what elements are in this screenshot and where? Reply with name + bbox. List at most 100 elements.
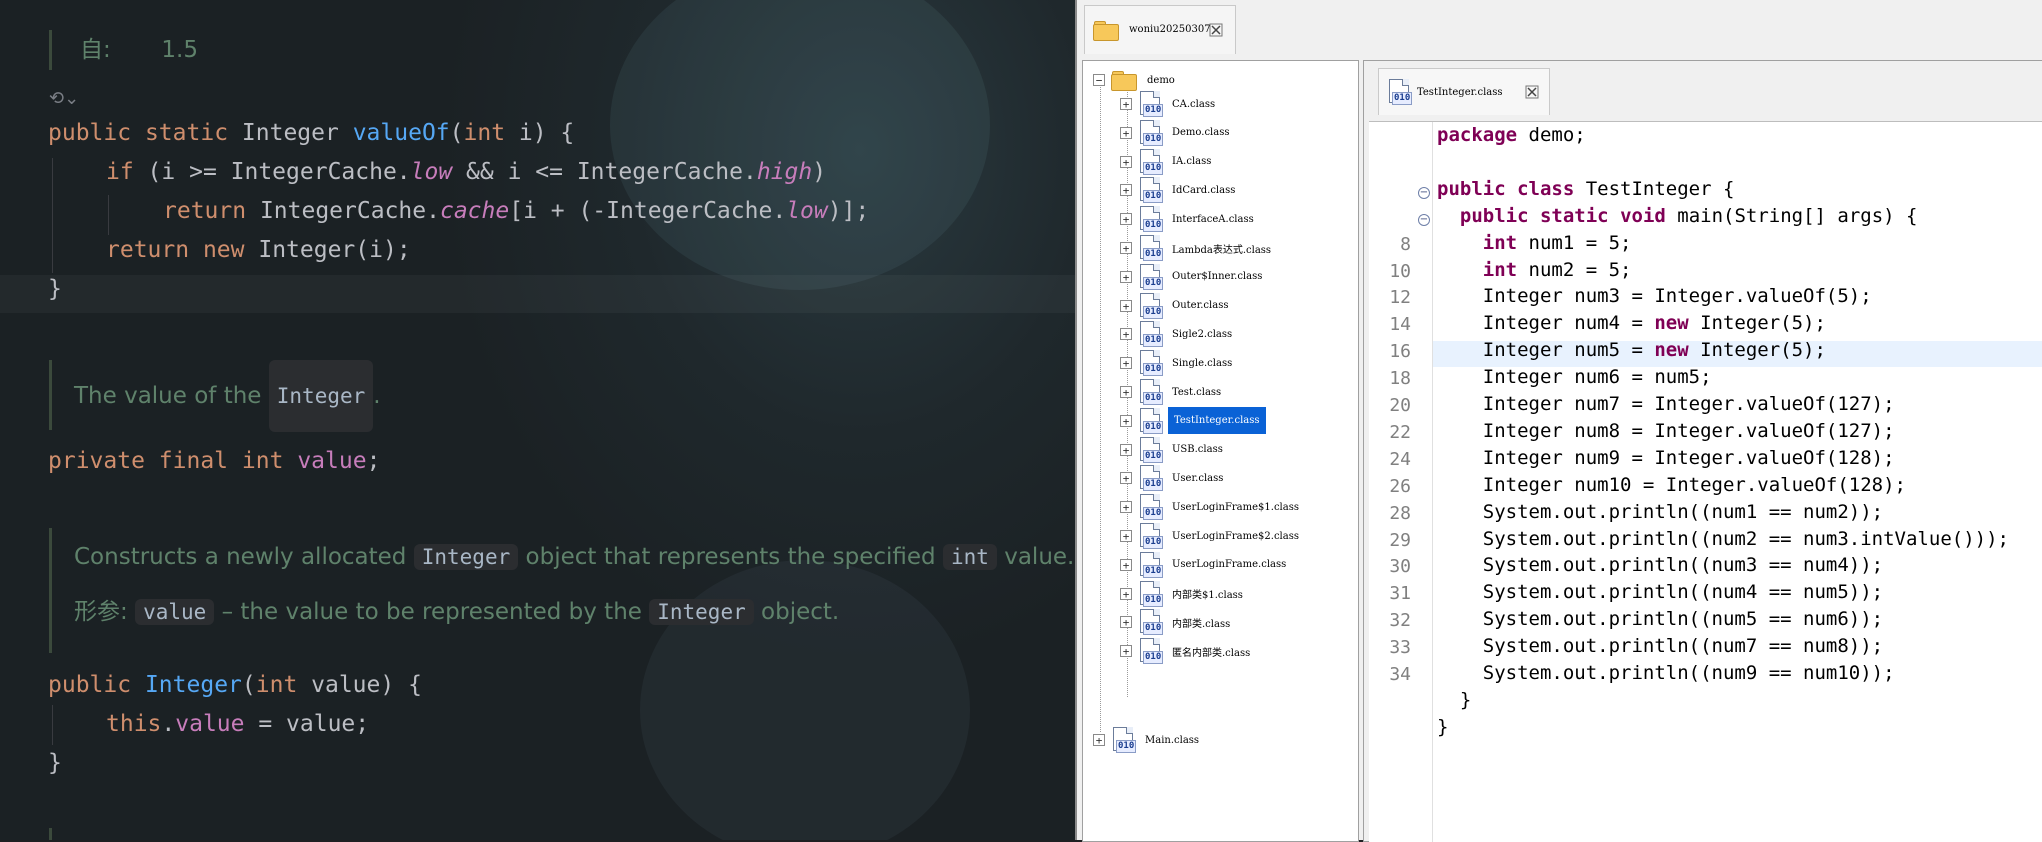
source-line[interactable]: Integer num4 = new Integer(5); <box>1437 312 1826 334</box>
expand-icon[interactable]: + <box>1120 443 1132 456</box>
source-line[interactable]: Integer num7 = Integer.valueOf(127); <box>1437 393 1895 415</box>
source-line[interactable]: System.out.println((num1 == num2)); <box>1437 501 1883 523</box>
tree-node-class[interactable]: +010 UserLoginFrame$1.class <box>1120 494 1303 521</box>
decompiler-window: woniu20250307 − demo +010 CA.class +010 Dem… <box>1075 0 2042 842</box>
code-line-if-range[interactable]: if (i >= IntegerCache.low && i <= Intege… <box>106 159 826 185</box>
tree-node-label: UserLoginFrame$2.class <box>1172 530 1299 542</box>
expand-icon[interactable]: + <box>1120 155 1132 168</box>
tree-node-class[interactable]: +010 匿名内部类.class <box>1120 638 1254 665</box>
tree-node-class[interactable]: +010 CA.class <box>1120 91 1219 117</box>
tree-node-class[interactable]: +010 内部类$1.class <box>1120 580 1247 607</box>
tree-node-class[interactable]: +010 Demo.class <box>1120 119 1233 146</box>
window-tab-woniu[interactable]: woniu20250307 <box>1084 5 1236 54</box>
expand-icon[interactable]: + <box>1120 213 1132 226</box>
code-line-ctor-signature[interactable]: public Integer(int value) { <box>48 672 422 698</box>
code-line-valueof-signature[interactable]: public static Integer valueOf(int i) { <box>48 120 574 146</box>
tree-node-label: Sigle2.class <box>1172 328 1233 340</box>
source-line[interactable]: } <box>1437 716 1448 738</box>
source-line[interactable]: Integer num9 = Integer.valueOf(128); <box>1437 447 1895 469</box>
tree-node-class[interactable]: +010 IA.class <box>1120 148 1215 175</box>
tree-node-class[interactable]: +010 USB.class <box>1120 436 1227 463</box>
fold-method-icon[interactable]: − <box>1418 214 1430 226</box>
source-line[interactable]: int num1 = 5; <box>1437 232 1632 254</box>
source-line[interactable]: package demo; <box>1437 124 1586 146</box>
expand-icon[interactable]: + <box>1120 472 1132 485</box>
tree-node-main[interactable]: + 010 Main.class <box>1093 727 1203 753</box>
source-line[interactable]: System.out.println((num5 == num6)); <box>1437 608 1883 630</box>
reader-mode-toggle-icon[interactable]: ⟲⌄ <box>49 88 79 109</box>
source-line[interactable]: Integer num10 = Integer.valueOf(128); <box>1437 474 1906 496</box>
tree-node-class[interactable]: +010 Sigle2.class <box>1120 321 1236 348</box>
expand-icon[interactable]: + <box>1093 734 1105 746</box>
source-line[interactable]: public class TestInteger { <box>1437 178 1734 200</box>
tree-node-class[interactable]: +010 Test.class <box>1120 379 1225 405</box>
javadoc-value-field: The value of the Integer. <box>49 360 381 432</box>
source-line[interactable]: Integer num5 = new Integer(5); <box>1437 339 1826 361</box>
source-line[interactable]: int num2 = 5; <box>1437 259 1632 281</box>
source-line[interactable]: System.out.println((num4 == num5)); <box>1437 581 1883 603</box>
tree-node-class[interactable]: +010 InterfaceA.class <box>1120 206 1258 233</box>
expand-icon[interactable]: + <box>1120 530 1132 542</box>
tree-node-class[interactable]: +010 TestInteger.class <box>1120 407 1266 435</box>
code-line-ctor-close[interactable]: } <box>48 750 62 776</box>
expand-icon[interactable]: + <box>1120 242 1132 254</box>
expand-icon[interactable]: + <box>1120 126 1132 139</box>
tree-node-class[interactable]: +010 User.class <box>1120 465 1227 492</box>
expand-icon[interactable]: + <box>1120 270 1132 283</box>
expand-icon[interactable]: + <box>1120 299 1132 312</box>
code-line-close-brace[interactable]: } <box>48 276 62 302</box>
code-line-return-new[interactable]: return new Integer(i); <box>106 237 411 263</box>
source-line[interactable]: System.out.println((num2 == num3.intValu… <box>1437 528 2009 550</box>
folder-icon <box>1093 20 1119 41</box>
fold-class-icon[interactable]: − <box>1418 187 1430 199</box>
expand-icon[interactable]: + <box>1120 184 1132 197</box>
source-line[interactable]: Integer num3 = Integer.valueOf(5); <box>1437 285 1872 307</box>
tree-node-label: UserLoginFrame$1.class <box>1172 501 1299 513</box>
line-number: 16 <box>1389 341 1411 363</box>
tree-node-class[interactable]: +010 内部类.class <box>1120 609 1234 636</box>
line-number: 18 <box>1389 368 1411 390</box>
class-file-icon: 010 <box>1138 580 1164 607</box>
collapse-icon[interactable]: − <box>1093 74 1105 86</box>
expand-icon[interactable]: + <box>1120 558 1132 571</box>
source-line[interactable]: Integer num8 = Integer.valueOf(127); <box>1437 420 1895 442</box>
expand-icon[interactable]: + <box>1120 414 1132 427</box>
expand-icon[interactable]: + <box>1120 616 1132 629</box>
code-line-return-cache[interactable]: return IntegerCache.cache[i + (-IntegerC… <box>163 198 869 224</box>
tree-node-class[interactable]: +010 Outer.class <box>1120 292 1232 319</box>
editor-tab-testinteger[interactable]: 010 TestInteger.class <box>1378 68 1550 115</box>
close-tab-icon[interactable] <box>1209 23 1223 37</box>
tree-node-class[interactable]: +010 UserLoginFrame$2.class <box>1120 523 1303 549</box>
source-line[interactable]: public static void main(String[] args) { <box>1437 205 1918 227</box>
expand-icon[interactable]: + <box>1120 328 1132 341</box>
code-line-ctor-assign[interactable]: this.value = value; <box>106 711 369 737</box>
source-line[interactable]: Integer num6 = num5; <box>1437 366 1712 388</box>
line-number: 26 <box>1389 475 1411 497</box>
class-file-icon: 010 <box>1138 148 1164 175</box>
expand-icon[interactable]: + <box>1120 357 1132 370</box>
class-file-icon: 010 <box>1138 379 1164 405</box>
code-line-field-value[interactable]: private final int value; <box>48 448 380 474</box>
tree-node-class[interactable]: +010 Lambda表达式.class <box>1120 235 1275 261</box>
tree-node-demo[interactable]: − demo <box>1093 67 1179 93</box>
tree-node-class[interactable]: +010 UserLoginFrame.class <box>1120 551 1290 578</box>
close-tab-icon[interactable] <box>1525 85 1539 99</box>
expand-icon[interactable]: + <box>1120 645 1132 658</box>
tree-node-class[interactable]: +010 Single.class <box>1120 350 1236 377</box>
source-line[interactable]: } <box>1437 689 1471 711</box>
class-file-icon: 010 <box>1138 465 1164 492</box>
expand-icon[interactable]: + <box>1120 98 1132 110</box>
expand-icon[interactable]: + <box>1120 386 1132 398</box>
source-text-area[interactable]: package demo; public class TestInteger { … <box>1369 121 2042 842</box>
indent-guide <box>108 195 109 235</box>
source-line[interactable]: System.out.println((num7 == num8)); <box>1437 635 1883 657</box>
source-line[interactable]: System.out.println((num9 == num10)); <box>1437 662 1895 684</box>
class-file-icon: 010 <box>1138 638 1164 665</box>
tree-node-class[interactable]: +010 Outer$Inner.class <box>1120 263 1266 290</box>
tree-node-class[interactable]: +010 IdCard.class <box>1120 177 1239 204</box>
expand-icon[interactable]: + <box>1120 587 1132 600</box>
inline-value: 1.5 <box>161 37 198 63</box>
source-line[interactable]: System.out.println((num3 == num4)); <box>1437 554 1883 576</box>
expand-icon[interactable]: + <box>1120 501 1132 514</box>
line-number: 33 <box>1389 637 1411 659</box>
